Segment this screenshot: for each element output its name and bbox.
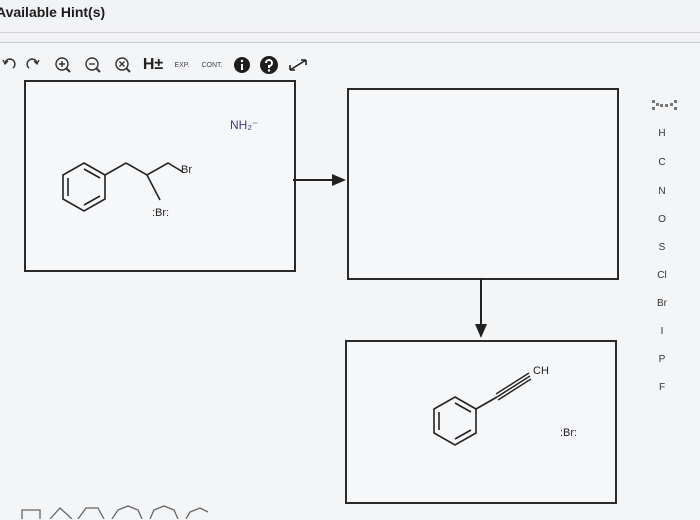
contract-button[interactable]: CONT. [198, 50, 226, 80]
element-f[interactable]: F [648, 382, 676, 393]
zoom-reset-icon[interactable] [112, 50, 134, 80]
redo-icon[interactable] [24, 50, 42, 80]
intermediate-box[interactable] [347, 88, 619, 280]
expand-button[interactable]: EXP. [170, 50, 194, 80]
contract-label: CONT. [201, 61, 223, 69]
zoom-in-icon[interactable] [52, 50, 74, 80]
hydrogen-toggle-button[interactable]: H± [142, 50, 164, 80]
reactant-br-top[interactable]: Br [181, 164, 192, 176]
expand-label: EXP. [174, 61, 190, 69]
element-s[interactable]: S [648, 242, 676, 253]
divider [0, 32, 700, 33]
toolbar: H± EXP. CONT. [0, 50, 330, 84]
element-p[interactable]: P [648, 354, 676, 365]
element-br[interactable]: Br [648, 298, 676, 309]
info-icon[interactable] [232, 50, 252, 80]
element-n[interactable]: N [648, 186, 676, 197]
reactant-box[interactable] [24, 80, 296, 272]
product-ch-label[interactable]: CH [533, 365, 549, 377]
zoom-out-icon[interactable] [82, 50, 104, 80]
product-box[interactable] [345, 340, 617, 504]
undo-icon[interactable] [0, 50, 18, 80]
element-cl[interactable]: Cl [648, 270, 676, 281]
product-br-ion[interactable]: :Br: [560, 427, 577, 439]
fullscreen-icon[interactable] [286, 50, 310, 80]
element-i[interactable]: I [648, 326, 676, 337]
reactant-br-bottom[interactable]: :Br: [152, 207, 169, 219]
element-o[interactable]: O [648, 214, 676, 225]
element-h[interactable]: H [648, 128, 676, 139]
element-c[interactable]: C [648, 157, 676, 168]
page-title: Available Hint(s) [0, 4, 106, 20]
reagent-amide[interactable]: NH₂⁻ [230, 118, 258, 132]
help-icon[interactable] [258, 50, 280, 80]
